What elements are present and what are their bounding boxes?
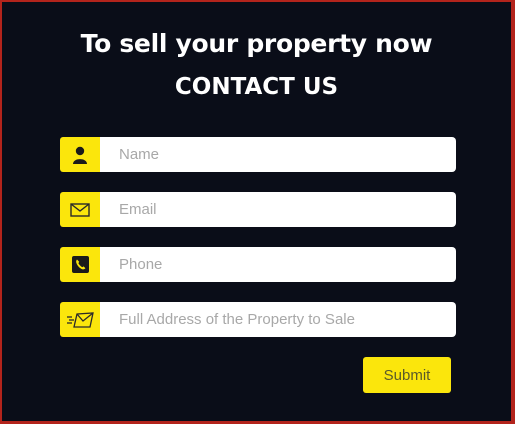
send-mail-icon	[60, 302, 100, 337]
address-field[interactable]	[100, 302, 456, 337]
page-title: To sell your property now	[80, 29, 433, 58]
submit-button[interactable]: Submit	[363, 357, 451, 393]
phone-icon	[60, 247, 100, 282]
address-row	[60, 302, 456, 337]
email-field[interactable]	[100, 192, 456, 227]
name-field[interactable]	[100, 137, 456, 172]
phone-row	[60, 247, 456, 282]
user-icon	[60, 137, 100, 172]
page-subtitle: CONTACT US	[174, 74, 339, 100]
envelope-icon	[60, 192, 100, 227]
phone-field[interactable]	[100, 247, 456, 282]
contact-panel: To sell your property now CONTACT US Nam…	[2, 2, 511, 421]
email-row	[60, 192, 456, 227]
name-row	[60, 137, 456, 172]
